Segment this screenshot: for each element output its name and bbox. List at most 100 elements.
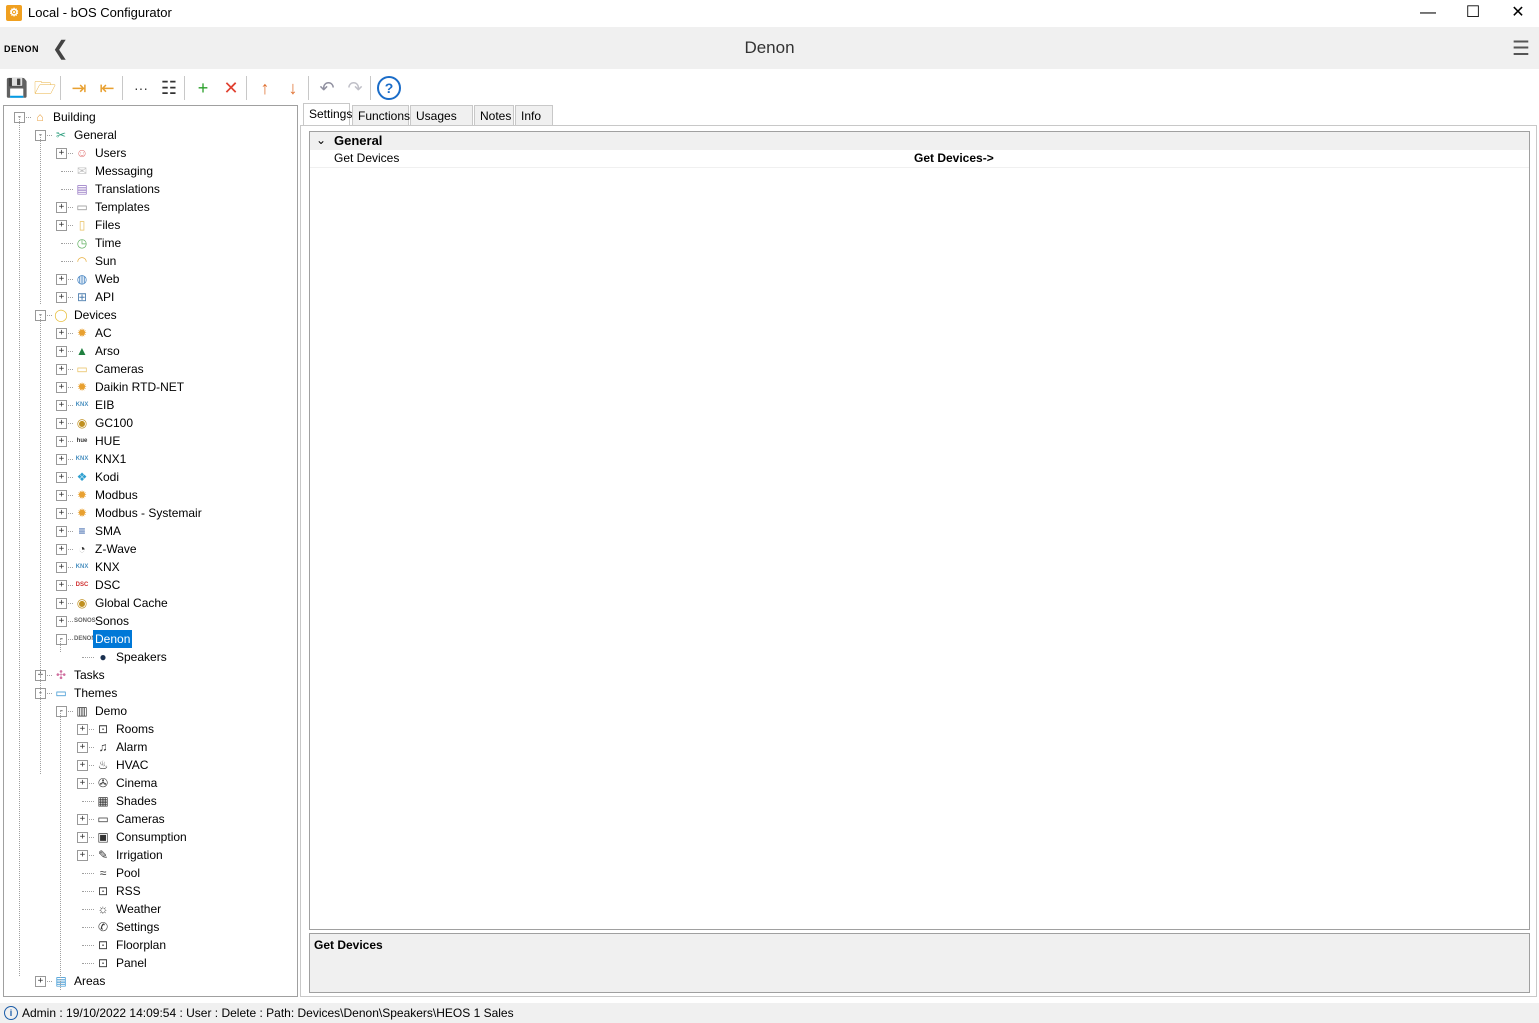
tree-node[interactable]: ≈ Pool (4, 864, 294, 882)
tree-node-label[interactable]: Cameras (93, 360, 146, 378)
tree-node[interactable]: ⊡ RSS (4, 882, 294, 900)
tree-node[interactable]: + ✹ Modbus - Systemair (4, 504, 294, 522)
tree-node-label[interactable]: SMA (93, 522, 123, 540)
tab-info[interactable]: Info (515, 105, 553, 126)
tree-node-label[interactable]: HVAC (114, 756, 150, 774)
tree-node[interactable]: ● Speakers (4, 648, 294, 666)
tree-node[interactable]: + KNX KNX (4, 558, 294, 576)
tree-node[interactable]: - ◯ Devices (4, 306, 294, 324)
tree-node[interactable]: - DENON Denon (4, 630, 294, 648)
save-icon[interactable]: 💾 (5, 76, 29, 100)
tree-node[interactable]: + ✹ Modbus (4, 486, 294, 504)
tree-node[interactable]: ✆ Settings (4, 918, 294, 936)
expand-icon[interactable]: + (56, 616, 67, 627)
expand-icon[interactable]: + (77, 814, 88, 825)
expand-icon[interactable]: + (56, 364, 67, 375)
expand-icon[interactable]: + (56, 544, 67, 555)
tree-node-label[interactable]: Sonos (93, 612, 131, 630)
tree-node[interactable]: ▦ Shades (4, 792, 294, 810)
tree-node-label[interactable]: Alarm (114, 738, 149, 756)
tree-node[interactable]: + ◍ Web (4, 270, 294, 288)
tree-node-label[interactable]: Kodi (93, 468, 121, 486)
open-folder-icon[interactable]: 🗁 (33, 76, 57, 100)
tree-node[interactable]: + ▯ Files (4, 216, 294, 234)
expand-icon[interactable]: + (56, 382, 67, 393)
expand-icon[interactable]: + (56, 148, 67, 159)
tree-node[interactable]: + ✣ Tasks (4, 666, 294, 684)
expand-icon[interactable]: + (56, 328, 67, 339)
tree-node-label[interactable]: Sun (93, 252, 118, 270)
tree-node[interactable]: ✉ Messaging (4, 162, 294, 180)
tree-node-label[interactable]: Themes (72, 684, 119, 702)
tree-node[interactable]: + ▤ Areas (4, 972, 294, 990)
tree-node-label[interactable]: Demo (93, 702, 129, 720)
tree-node[interactable]: + hue HUE (4, 432, 294, 450)
expand-icon[interactable]: + (56, 400, 67, 411)
tree-node-label[interactable]: RSS (114, 882, 143, 900)
expand-icon[interactable]: + (56, 454, 67, 465)
tree-node[interactable]: + KNX EIB (4, 396, 294, 414)
expand-icon[interactable]: + (77, 742, 88, 753)
tree-node[interactable]: + ☺ Users (4, 144, 294, 162)
expand-icon[interactable]: + (56, 562, 67, 573)
tree-node-label[interactable]: Pool (114, 864, 142, 882)
tree-node-label[interactable]: Building (51, 108, 98, 126)
close-button[interactable]: ✕ (1495, 0, 1539, 26)
tree-node-label[interactable]: Denon (93, 630, 133, 648)
tree-node-label[interactable]: Floorplan (114, 936, 168, 954)
tree-node[interactable]: + ◔ Z-Wave (4, 540, 294, 558)
tab-functions[interactable]: Functions (352, 105, 410, 126)
expand-icon[interactable]: + (35, 976, 46, 987)
tree-node-label[interactable]: Users (93, 144, 128, 162)
undo-icon[interactable]: ↶ (315, 76, 339, 100)
settings-sliders-icon[interactable]: ☷ (157, 76, 181, 100)
get-devices-button[interactable]: Get Devices-> (914, 151, 994, 165)
expand-icon[interactable]: + (56, 436, 67, 447)
tree-node-label[interactable]: Panel (114, 954, 149, 972)
tree-node[interactable]: - ✂ General (4, 126, 294, 144)
expand-icon[interactable]: + (56, 346, 67, 357)
add-icon[interactable]: + (191, 76, 215, 100)
move-up-icon[interactable]: ↑ (253, 76, 277, 100)
tree-node[interactable]: ▤ Translations (4, 180, 294, 198)
expand-icon[interactable]: + (56, 526, 67, 537)
tree-node-label[interactable]: Shades (114, 792, 159, 810)
expand-icon[interactable]: + (56, 490, 67, 501)
export-icon[interactable]: ⇤ (95, 76, 119, 100)
tree-node[interactable]: + ◉ Global Cache (4, 594, 294, 612)
tree-node-label[interactable]: Modbus (93, 486, 140, 504)
tree-node-label[interactable]: Cameras (114, 810, 167, 828)
collapse-icon[interactable]: - (56, 706, 67, 717)
tree-node-label[interactable]: Areas (72, 972, 107, 990)
expand-icon[interactable]: + (56, 580, 67, 591)
tree-node-label[interactable]: Consumption (114, 828, 189, 846)
tree-node[interactable]: + ≡ SMA (4, 522, 294, 540)
tree-node[interactable]: + ▭ Cameras (4, 360, 294, 378)
tree-node-label[interactable]: KNX1 (93, 450, 128, 468)
expand-icon[interactable]: + (56, 418, 67, 429)
tree-node-label[interactable]: DSC (93, 576, 122, 594)
tree-node[interactable]: + ▭ Templates (4, 198, 294, 216)
maximize-button[interactable]: ☐ (1450, 0, 1496, 26)
import-icon[interactable]: ⇥ (67, 76, 91, 100)
expand-icon[interactable]: + (56, 220, 67, 231)
tree-node-label[interactable]: Templates (93, 198, 152, 216)
tree-node-label[interactable]: EIB (93, 396, 116, 414)
tree-node[interactable]: + ⊞ API (4, 288, 294, 306)
tree-node-label[interactable]: Translations (93, 180, 162, 198)
tree-node[interactable]: + ▲ Arso (4, 342, 294, 360)
tree-node[interactable]: ☼ Weather (4, 900, 294, 918)
collapse-icon[interactable]: - (56, 634, 67, 645)
tree-node-label[interactable]: HUE (93, 432, 122, 450)
tree-node[interactable]: + ▣ Consumption (4, 828, 294, 846)
more-icon[interactable]: ··· (129, 76, 153, 100)
tree-node[interactable]: + ◉ GC100 (4, 414, 294, 432)
tree-node[interactable]: ◠ Sun (4, 252, 294, 270)
expand-icon[interactable]: + (56, 292, 67, 303)
tree-node[interactable]: + ✹ AC (4, 324, 294, 342)
tree-node-label[interactable]: Modbus - Systemair (93, 504, 204, 522)
expand-icon[interactable]: + (56, 508, 67, 519)
tree-node-label[interactable]: Web (93, 270, 121, 288)
tree-node[interactable]: ◷ Time (4, 234, 294, 252)
help-icon[interactable]: ? (377, 76, 401, 100)
